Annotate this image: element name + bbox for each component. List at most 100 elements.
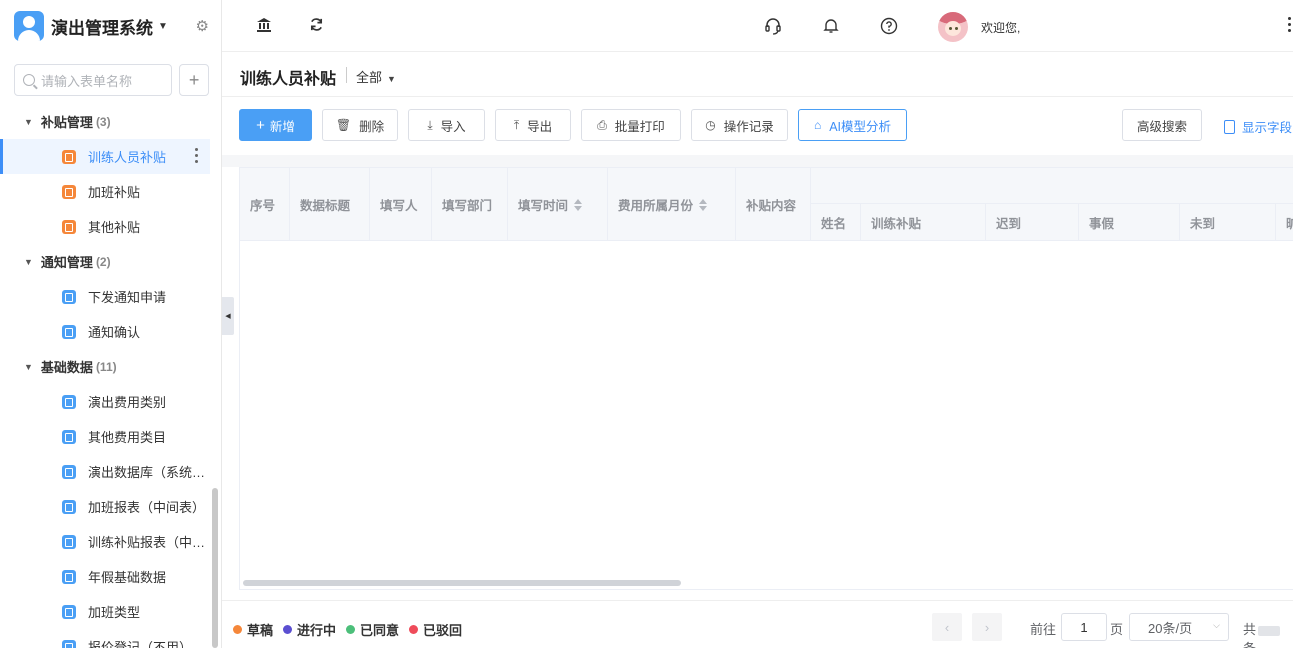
- app-switch-caret-icon[interactable]: ▼: [158, 21, 168, 32]
- help-icon[interactable]: [880, 17, 898, 39]
- column-header-title: 数据标题: [290, 168, 370, 241]
- sidebar-item-basic-4[interactable]: 训练补贴报表（中…: [0, 524, 221, 559]
- column-header-fill-time[interactable]: 填写时间: [508, 168, 608, 241]
- more-options-icon[interactable]: [195, 148, 198, 163]
- user-avatar[interactable]: [938, 12, 968, 42]
- page-size-value: 20条/页: [1148, 620, 1193, 636]
- batch-print-button-label: 批量打印: [614, 119, 665, 134]
- page-number-input[interactable]: 1: [1061, 613, 1107, 641]
- form-icon: [62, 464, 76, 479]
- sidebar-item-training-subsidy[interactable]: 训练人员补贴: [0, 139, 210, 174]
- legend-approved: 已同意: [346, 620, 399, 639]
- expand-caret-icon: ▼: [24, 256, 33, 267]
- plus-icon: +: [256, 116, 265, 134]
- new-button-label: 新增: [269, 119, 295, 134]
- bell-icon[interactable]: [823, 17, 839, 38]
- form-icon: [62, 149, 76, 164]
- headset-support-icon[interactable]: [764, 17, 782, 39]
- sidebar-scrollbar[interactable]: [212, 488, 218, 648]
- add-form-button[interactable]: +: [179, 64, 209, 96]
- content-gap: [222, 155, 1293, 167]
- sort-icon[interactable]: [574, 198, 583, 211]
- group-label: 通知管理: [40, 255, 93, 270]
- advanced-search-button[interactable]: 高级搜索: [1122, 109, 1202, 141]
- group-count: (3): [95, 114, 111, 129]
- form-icon: [62, 324, 76, 339]
- view-filter-dropdown[interactable]: 全部 ▼: [356, 67, 396, 86]
- form-icon: [62, 429, 76, 444]
- operation-log-button-label: 操作记录: [723, 119, 774, 134]
- sidebar-item-basic-5[interactable]: 年假基础数据: [0, 559, 221, 594]
- settings-gear-icon[interactable]: ⚙: [196, 17, 209, 35]
- collapse-sidebar-handle[interactable]: ◀: [222, 297, 234, 335]
- page-header: 训练人员补贴 全部 ▼: [222, 53, 1293, 97]
- prev-page-button[interactable]: ‹: [932, 613, 962, 641]
- top-bar: 欢迎您,: [222, 0, 1293, 52]
- export-button-label: 导出: [527, 119, 553, 134]
- sidebar-item-label: 演出费用类别: [88, 395, 167, 410]
- export-button[interactable]: ⤒ 导出: [495, 109, 571, 141]
- sidebar-item-label: 加班类型: [88, 605, 141, 620]
- form-icon: [62, 184, 76, 199]
- new-button[interactable]: + 新增: [239, 109, 312, 141]
- form-icon: [62, 569, 76, 584]
- sort-icon[interactable]: [699, 198, 708, 211]
- import-button[interactable]: ⤓ 导入: [408, 109, 485, 141]
- sidebar-item-overtime-subsidy[interactable]: 加班补贴: [0, 174, 221, 209]
- page-size-select[interactable]: 20条/页 ⌵: [1129, 613, 1229, 641]
- sidebar-item-basic-6[interactable]: 加班类型: [0, 594, 221, 629]
- form-icon: [62, 604, 76, 619]
- sidebar-item-basic-2[interactable]: 演出数据库（系统…: [0, 454, 221, 489]
- column-header-filler: 填写人: [370, 168, 432, 241]
- column-header-truant: 旷: [1276, 204, 1293, 241]
- column-header-expense-month[interactable]: 费用所属月份: [608, 168, 736, 241]
- sidebar-item-label: 加班补贴: [88, 185, 141, 200]
- next-page-button[interactable]: ›: [972, 613, 1002, 641]
- more-menu-icon[interactable]: [1288, 17, 1291, 32]
- app-logo-icon: [14, 11, 44, 41]
- delete-button[interactable]: 🗑 删除: [322, 109, 398, 141]
- sidebar-item-label: 报价登记（不用）: [88, 640, 193, 648]
- form-search-input[interactable]: 请输入表单名称: [14, 64, 173, 96]
- sidebar-item-basic-7[interactable]: 报价登记（不用）: [0, 629, 221, 648]
- sidebar-item-basic-3[interactable]: 加班报表（中间表）: [0, 489, 221, 524]
- printer-icon: ⎙: [597, 117, 607, 132]
- form-icon: [62, 394, 76, 409]
- sidebar-item-notice-confirm[interactable]: 通知确认: [0, 314, 221, 349]
- form-icon: [62, 289, 76, 304]
- app-title[interactable]: 演出管理系统: [51, 14, 153, 39]
- sidebar-group-basic-data[interactable]: ▼ 基础数据 (11): [0, 349, 221, 384]
- robot-icon: ⌂: [813, 118, 822, 132]
- goto-label: 前往: [1030, 622, 1057, 637]
- ai-analysis-button[interactable]: ⌂ AI模型分析: [798, 109, 907, 141]
- redacted-count: [1258, 625, 1281, 636]
- sidebar-item-issue-notice[interactable]: 下发通知申请: [0, 279, 221, 314]
- legend-in-progress: 进行中: [283, 620, 336, 639]
- expand-caret-icon: ▼: [24, 116, 33, 127]
- welcome-text: 欢迎您,: [981, 21, 1021, 35]
- group-count: (11): [95, 359, 117, 374]
- table-horizontal-scrollbar[interactable]: [243, 580, 681, 586]
- column-header-personal-leave: 事假: [1079, 204, 1180, 241]
- sidebar-group-notice[interactable]: ▼ 通知管理 (2): [0, 244, 221, 279]
- batch-print-button[interactable]: ⎙ 批量打印: [581, 109, 681, 141]
- sidebar-item-basic-0[interactable]: 演出费用类别: [0, 384, 221, 419]
- form-icon: [62, 639, 76, 648]
- sidebar-item-other-subsidy[interactable]: 其他补贴: [0, 209, 221, 244]
- legend-rejected: 已驳回: [409, 620, 462, 639]
- refresh-icon[interactable]: [309, 17, 324, 36]
- operation-log-button[interactable]: ◷ 操作记录: [691, 109, 788, 141]
- bank-icon[interactable]: [256, 17, 272, 37]
- sidebar-item-basic-1[interactable]: 其他费用类目: [0, 419, 221, 454]
- view-filter-value: 全部: [356, 70, 383, 85]
- page-unit-label: 页: [1110, 622, 1124, 637]
- show-fields-button[interactable]: 显示字段: [1224, 117, 1292, 136]
- show-fields-label: 显示字段: [1242, 121, 1293, 135]
- chevron-down-icon: ▼: [387, 74, 396, 84]
- chevron-down-icon: ⌵: [1213, 620, 1220, 630]
- group-label: 补贴管理: [40, 115, 93, 130]
- sidebar: 演出管理系统 ▼ ⚙ 请输入表单名称 + ▼ 补贴管理 (3) 训练人员补贴 加…: [0, 0, 222, 648]
- footer: 草稿 进行中 已同意 已驳回 ‹ › 前往 1 页 20条/页 ⌵ 共条: [222, 600, 1293, 648]
- trash-icon: 🗑: [335, 118, 352, 132]
- sidebar-group-subsidy[interactable]: ▼ 补贴管理 (3): [0, 104, 221, 139]
